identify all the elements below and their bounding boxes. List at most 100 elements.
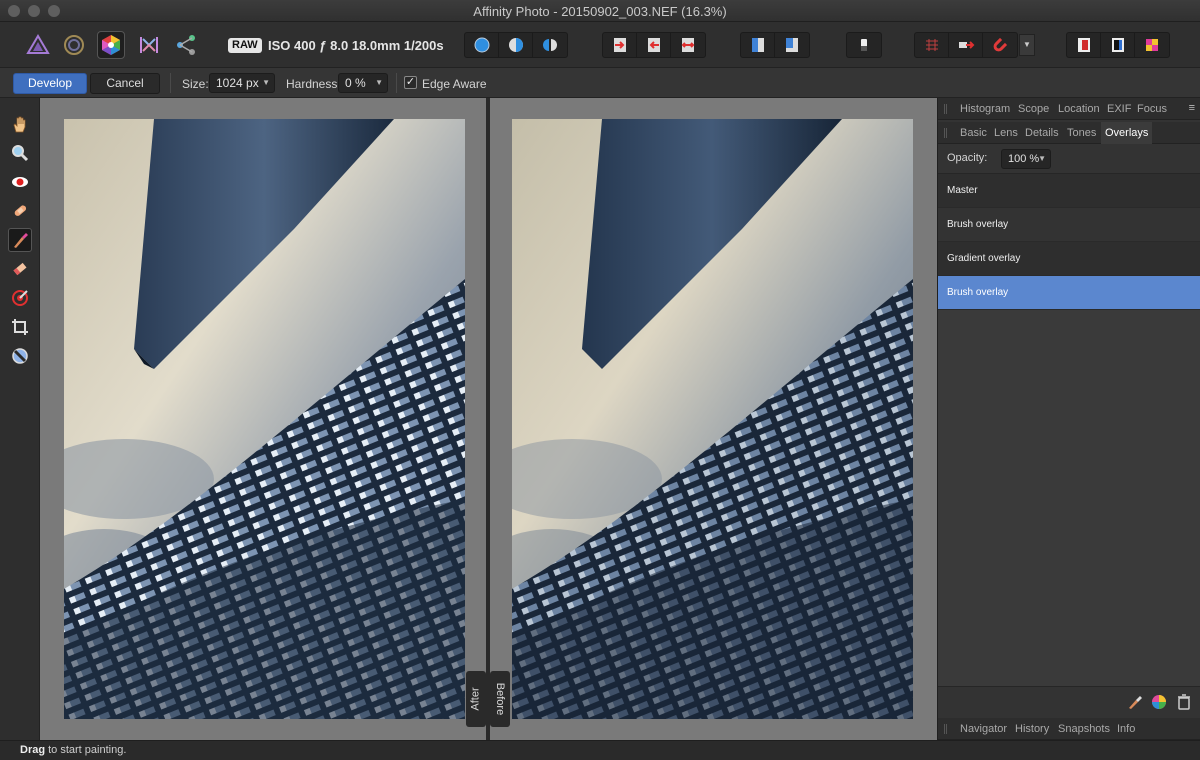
mirror-view-button[interactable] [533, 33, 567, 57]
develop-persona-icon[interactable] [97, 31, 125, 59]
zoom-tool-icon[interactable] [8, 141, 32, 165]
crop-tool-icon[interactable] [8, 315, 32, 339]
white-balance-picker-icon[interactable] [847, 33, 881, 57]
after-label-tab: After [466, 671, 486, 727]
overlay-gradient[interactable]: Gradient overlay [938, 242, 1200, 276]
panel-grip[interactable] [944, 104, 947, 114]
magnet-snap-icon[interactable] [983, 33, 1017, 57]
add-brush-overlay-icon[interactable] [1126, 693, 1144, 711]
move-right-icon[interactable] [603, 33, 637, 57]
tones-clip-icon[interactable] [1135, 33, 1169, 57]
tab-lens[interactable]: Lens [994, 127, 1018, 139]
tab-histogram[interactable]: Histogram [960, 103, 1010, 115]
panel-sub-tabs: Basic Lens Details Tones Overlays [938, 122, 1200, 144]
chevron-down-icon: ▼ [375, 78, 383, 87]
after-label: After [470, 687, 483, 711]
overlay-master[interactable]: Master [938, 174, 1200, 208]
size-value: 1024 px [216, 76, 259, 90]
edge-aware-label: Edge Aware [422, 77, 487, 91]
tab-focus[interactable]: Focus [1137, 103, 1167, 115]
liquify-persona-icon[interactable] [60, 31, 88, 59]
window-title: Affinity Photo - 20150902_003.NEF (16.3%… [473, 4, 727, 19]
overlay-brush-2-selected[interactable]: Brush overlay [938, 276, 1200, 310]
title-bar: Affinity Photo - 20150902_003.NEF (16.3%… [0, 0, 1200, 22]
panel-menu-icon[interactable]: ≡ [1189, 102, 1195, 114]
before-label: Before [494, 682, 507, 716]
split-view-button[interactable] [499, 33, 533, 57]
opacity-row: Opacity: 100 % ▼ [938, 144, 1200, 174]
hardness-value: 0 % [345, 76, 366, 90]
overlay-gradient-tool-icon[interactable] [8, 286, 32, 310]
opacity-label: Opacity: [947, 152, 988, 164]
tab-navigator[interactable]: Navigator [960, 723, 1007, 735]
tab-info[interactable]: Info [1117, 723, 1135, 735]
clipping-highlights-icon[interactable] [949, 33, 983, 57]
split-direction-group [602, 32, 706, 58]
panel-bottom-tabs: Navigator History Snapshots Info [938, 718, 1200, 740]
layout-right-icon[interactable] [775, 33, 809, 57]
separator [396, 73, 397, 93]
overlay-erase-tool-icon[interactable] [8, 257, 32, 281]
split-divider[interactable] [486, 98, 490, 740]
tab-snapshots[interactable]: Snapshots [1058, 723, 1110, 735]
overlay-brush-1[interactable]: Brush overlay [938, 208, 1200, 242]
hardness-dropdown[interactable]: 0 % ▼ [338, 73, 388, 93]
single-view-button[interactable] [465, 33, 499, 57]
overlay-paint-tool-icon[interactable] [8, 228, 32, 252]
white-balance-tool-icon[interactable] [8, 344, 32, 368]
hardness-label: Hardness: [286, 77, 341, 91]
tab-overlays[interactable]: Overlays [1101, 122, 1153, 144]
panel-grip[interactable] [944, 128, 947, 138]
mask-group [846, 32, 882, 58]
highlights-clip-icon[interactable] [1101, 33, 1135, 57]
add-gradient-overlay-icon[interactable] [1150, 693, 1168, 711]
develop-button[interactable]: Develop [13, 73, 87, 94]
overlay-tools-group [914, 32, 1018, 58]
main-toolbar: RAW ISO 400 ƒ 8.0 18.0mm 1/200s ▼ [0, 22, 1200, 68]
layout-left-icon[interactable] [741, 33, 775, 57]
canvas-area[interactable]: After Before [40, 98, 937, 740]
panel-grip[interactable] [944, 724, 947, 734]
tone-mapping-persona-icon[interactable] [135, 31, 163, 59]
tools-sidebar [0, 98, 40, 740]
exif-info: ISO 400 ƒ 8.0 18.0mm 1/200s [268, 38, 444, 53]
chevron-down-icon: ▼ [1038, 154, 1046, 163]
status-bold: Drag [20, 744, 46, 756]
photo-persona-icon[interactable] [24, 31, 52, 59]
after-photo[interactable] [64, 119, 465, 719]
delete-overlay-icon[interactable] [1175, 693, 1193, 711]
cancel-button[interactable]: Cancel [90, 73, 160, 94]
view-mode-group [464, 32, 568, 58]
export-persona-icon[interactable] [172, 31, 200, 59]
separator [170, 73, 171, 93]
chevron-down-icon: ▼ [262, 78, 270, 87]
move-left-icon[interactable] [637, 33, 671, 57]
shadows-clip-icon[interactable] [1067, 33, 1101, 57]
red-eye-tool-icon[interactable] [8, 170, 32, 194]
tab-location[interactable]: Location [1058, 103, 1100, 115]
tab-exif[interactable]: EXIF [1107, 103, 1131, 115]
edge-aware-checkbox[interactable]: ✓ [404, 76, 417, 89]
before-label-tab: Before [490, 671, 510, 727]
overlay-list-empty [938, 310, 1200, 686]
swap-icon[interactable] [671, 33, 705, 57]
tab-basic[interactable]: Basic [960, 127, 987, 139]
size-label: Size: [182, 77, 209, 91]
tab-scope[interactable]: Scope [1018, 103, 1049, 115]
opacity-value: 100 % [1008, 153, 1040, 165]
opacity-dropdown[interactable]: 100 % ▼ [1001, 149, 1051, 169]
status-text: to start painting. [45, 744, 127, 756]
context-toolbar: Develop Cancel Size: 1024 px ▼ Hardness: … [0, 68, 1200, 98]
snap-options-dropdown[interactable]: ▼ [1019, 34, 1035, 56]
hand-tool-icon[interactable] [8, 112, 32, 136]
tab-history[interactable]: History [1015, 723, 1049, 735]
size-dropdown[interactable]: 1024 px ▼ [209, 73, 275, 93]
tab-tones[interactable]: Tones [1067, 127, 1096, 139]
before-photo[interactable] [512, 119, 913, 719]
raw-badge: RAW [228, 38, 262, 53]
clipping-grid-icon[interactable] [915, 33, 949, 57]
blemish-tool-icon[interactable] [8, 199, 32, 223]
status-bar: Drag to start painting. [0, 740, 1200, 760]
panel-footer [938, 686, 1200, 716]
tab-details[interactable]: Details [1025, 127, 1059, 139]
